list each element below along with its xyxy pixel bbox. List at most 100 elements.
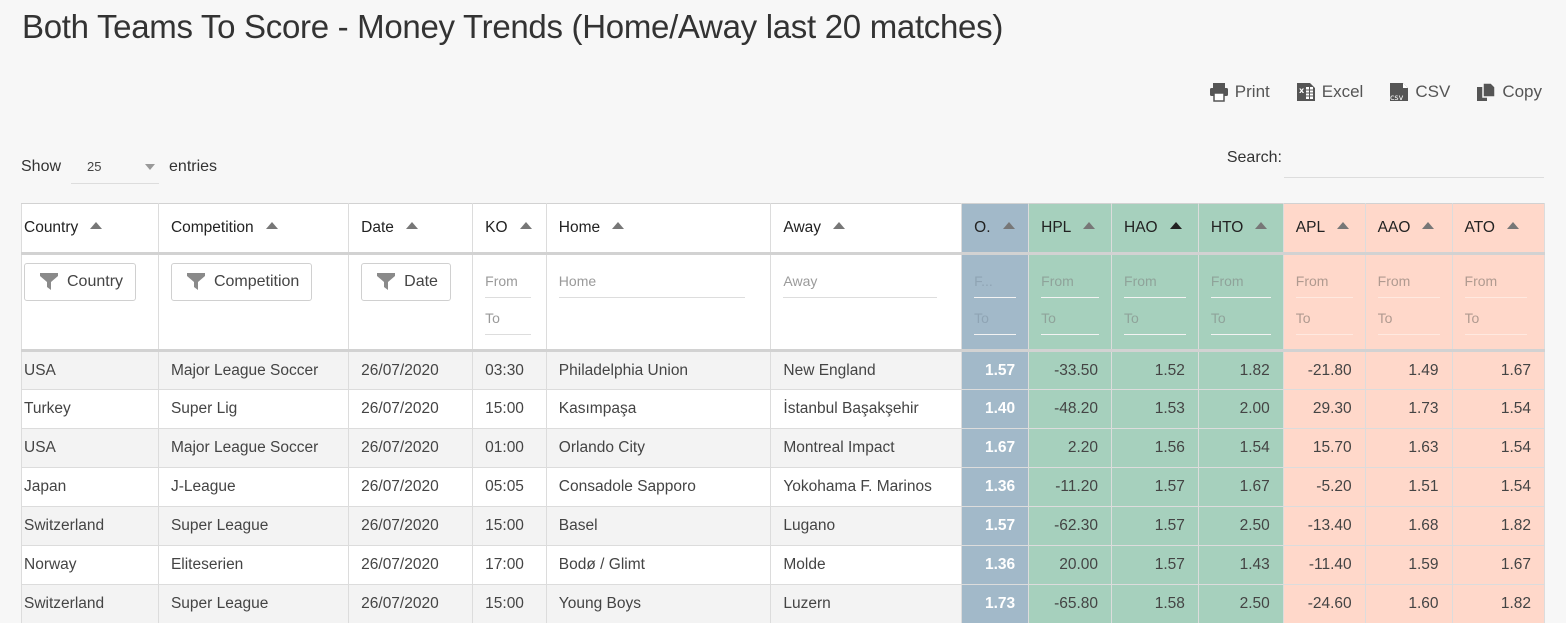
column-header-country[interactable]: Country	[22, 204, 159, 254]
cell-hpl: -62.30	[1029, 507, 1112, 546]
cell-hpl: 20.00	[1029, 546, 1112, 585]
column-header-away[interactable]: Away	[771, 204, 962, 254]
cell-date: 26/07/2020	[349, 468, 473, 507]
ato-to-input[interactable]	[1465, 300, 1527, 335]
sort-asc-icon	[612, 222, 624, 229]
cell-o: 1.73	[962, 585, 1029, 623]
column-header-date[interactable]: Date	[349, 204, 473, 254]
column-header-competition[interactable]: Competition	[158, 204, 348, 254]
table-row[interactable]: SwitzerlandSuper League26/07/202015:00Ba…	[22, 507, 1545, 546]
apl-to-input[interactable]	[1296, 300, 1353, 335]
excel-button[interactable]: x Excel	[1296, 82, 1364, 102]
country-filter-button[interactable]: Country	[24, 263, 136, 301]
hto-to-input[interactable]	[1211, 300, 1271, 335]
column-header-ato[interactable]: ATO	[1452, 204, 1544, 254]
cell-apl: -13.40	[1283, 507, 1365, 546]
page-length-select[interactable]: 25	[71, 150, 159, 184]
ko-from-input[interactable]	[485, 263, 531, 298]
column-header-apl[interactable]: APL	[1283, 204, 1365, 254]
column-header-hpl[interactable]: HPL	[1029, 204, 1112, 254]
table-row[interactable]: USAMajor League Soccer26/07/202003:30Phi…	[22, 351, 1545, 390]
table-row[interactable]: NorwayEliteserien26/07/202017:00Bodø / G…	[22, 546, 1545, 585]
competition-filter-button[interactable]: Competition	[171, 263, 312, 301]
column-header-o[interactable]: O.	[962, 204, 1029, 254]
sort-asc-icon	[833, 222, 845, 229]
aao-from-input[interactable]	[1378, 263, 1440, 298]
sort-asc-icon	[1507, 222, 1519, 229]
filter-cell-away	[771, 254, 962, 351]
filter-cell-ko	[473, 254, 547, 351]
cell-ko: 05:05	[473, 468, 547, 507]
cell-o: 1.57	[962, 507, 1029, 546]
table-body: USAMajor League Soccer26/07/202003:30Phi…	[22, 351, 1545, 623]
print-button[interactable]: Print	[1209, 82, 1270, 102]
filter-icon	[186, 272, 206, 292]
hto-from-input[interactable]	[1211, 263, 1271, 298]
cell-ko: 01:00	[473, 429, 547, 468]
csv-button[interactable]: csv CSV	[1389, 82, 1450, 102]
cell-away: İstanbul Başakşehir	[771, 390, 962, 429]
table-row[interactable]: USAMajor League Soccer26/07/202001:00Orl…	[22, 429, 1545, 468]
hpl-from-input[interactable]	[1041, 263, 1099, 298]
hao-to-input[interactable]	[1124, 300, 1186, 335]
printer-icon	[1209, 82, 1229, 102]
filter-icon	[39, 272, 59, 292]
cell-country: USA	[22, 429, 159, 468]
ko-to-input[interactable]	[485, 300, 531, 335]
data-table-container: Country Competition Date KO Home Away O.…	[21, 203, 1545, 623]
cell-hao: 1.52	[1112, 351, 1199, 390]
cell-home: Consadole Sapporo	[546, 468, 771, 507]
cell-home: Orlando City	[546, 429, 771, 468]
cell-ko: 17:00	[473, 546, 547, 585]
cell-ato: 1.54	[1452, 468, 1544, 507]
table-row[interactable]: JapanJ-League26/07/202005:05Consadole Sa…	[22, 468, 1545, 507]
cell-aao: 1.63	[1365, 429, 1452, 468]
excel-file-icon: x	[1296, 82, 1316, 102]
cell-competition: Super League	[158, 507, 348, 546]
cell-o: 1.40	[962, 390, 1029, 429]
column-header-ko[interactable]: KO	[473, 204, 547, 254]
o-to-input[interactable]	[974, 300, 1016, 335]
filter-cell-hao	[1112, 254, 1199, 351]
apl-from-input[interactable]	[1296, 263, 1353, 298]
column-header-hao[interactable]: HAO	[1112, 204, 1199, 254]
cell-apl: -11.40	[1283, 546, 1365, 585]
hpl-to-input[interactable]	[1041, 300, 1099, 335]
cell-hao: 1.57	[1112, 507, 1199, 546]
away-filter-input[interactable]	[783, 263, 937, 298]
search-control: Search:	[1227, 146, 1544, 178]
print-label: Print	[1235, 82, 1270, 102]
filter-cell-apl	[1283, 254, 1365, 351]
cell-aao: 1.73	[1365, 390, 1452, 429]
table-row[interactable]: SwitzerlandSuper League26/07/202015:00Yo…	[22, 585, 1545, 623]
column-header-hto[interactable]: HTO	[1198, 204, 1283, 254]
filter-cell-hpl	[1029, 254, 1112, 351]
search-input[interactable]	[1284, 146, 1544, 178]
cell-ato: 1.67	[1452, 546, 1544, 585]
table-row[interactable]: TurkeySuper Lig26/07/202015:00Kasımpaşaİ…	[22, 390, 1545, 429]
column-header-home[interactable]: Home	[546, 204, 771, 254]
hao-from-input[interactable]	[1124, 263, 1186, 298]
copy-button[interactable]: Copy	[1476, 82, 1542, 102]
cell-ato: 1.82	[1452, 507, 1544, 546]
aao-to-input[interactable]	[1378, 300, 1440, 335]
cell-hto: 2.50	[1198, 507, 1283, 546]
column-header-aao[interactable]: AAO	[1365, 204, 1452, 254]
ato-from-input[interactable]	[1465, 263, 1527, 298]
cell-ato: 1.82	[1452, 585, 1544, 623]
copy-label: Copy	[1502, 82, 1542, 102]
sort-asc-icon	[90, 222, 102, 229]
export-toolbar: Print x Excel csv CSV Copy	[1209, 82, 1542, 102]
home-filter-input[interactable]	[559, 263, 745, 298]
excel-label: Excel	[1322, 82, 1364, 102]
cell-aao: 1.68	[1365, 507, 1452, 546]
chevron-down-icon	[145, 164, 155, 170]
filter-icon	[376, 272, 396, 292]
cell-hao: 1.53	[1112, 390, 1199, 429]
svg-text:x: x	[1299, 86, 1305, 95]
cell-ko: 03:30	[473, 351, 547, 390]
svg-text:csv: csv	[1390, 93, 1404, 102]
date-filter-button[interactable]: Date	[361, 263, 451, 301]
filter-cell-date: Date	[349, 254, 473, 351]
o-from-input[interactable]	[974, 263, 1016, 298]
